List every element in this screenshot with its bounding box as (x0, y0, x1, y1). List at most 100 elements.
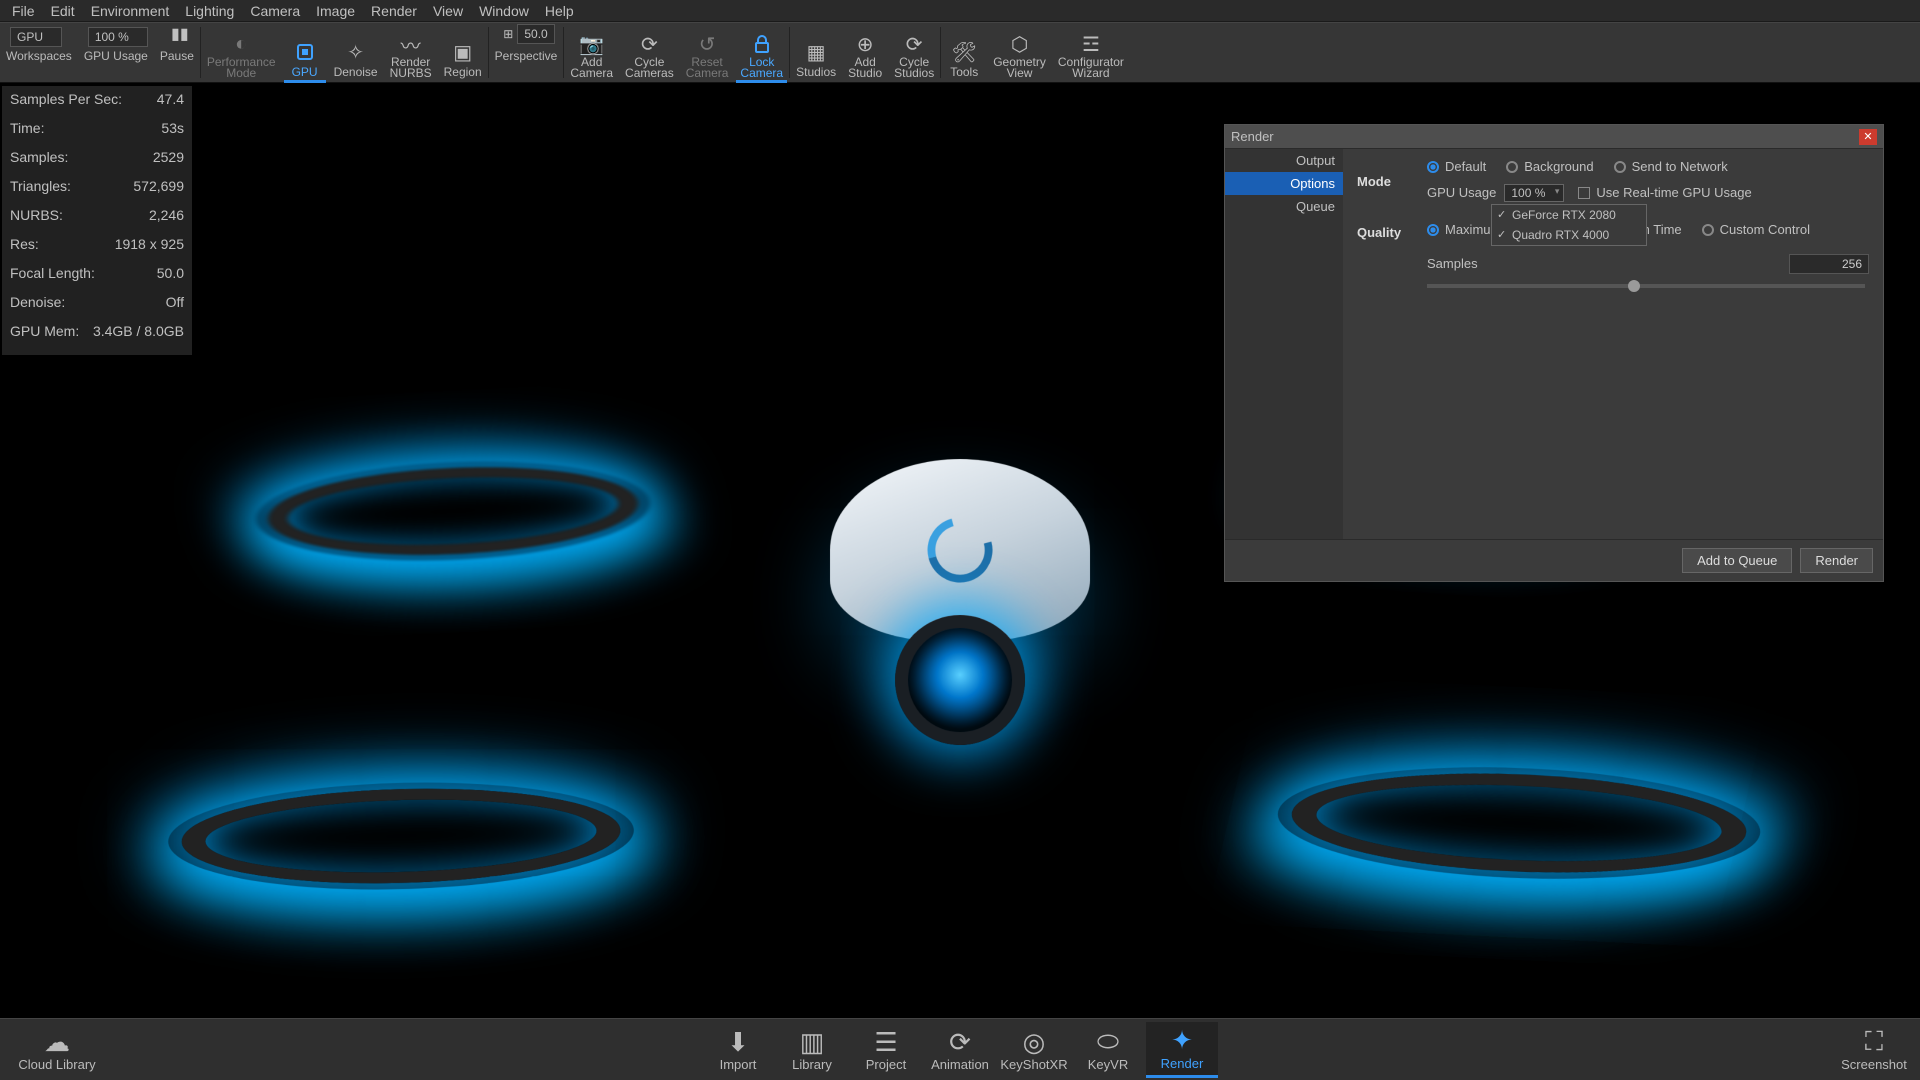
keyvr-button[interactable]: ⬭KeyVR (1072, 1022, 1144, 1078)
mode-radio-default[interactable]: Default (1427, 159, 1486, 174)
menu-edit[interactable]: Edit (43, 1, 83, 21)
render-stats-overlay: Samples Per Sec:47.4 Time:53s Samples:2529… (2, 86, 192, 355)
add-camera-button[interactable]: 📷Add Camera (564, 23, 619, 82)
project-icon: ☰ (874, 1027, 897, 1057)
focal-icon: ⊞ (503, 27, 513, 41)
stat-row: GPU Mem:3.4GB / 8.0GB (10, 322, 184, 341)
reset-icon: ↺ (699, 31, 716, 57)
keyshotxr-icon: ◎ (1023, 1027, 1046, 1057)
studio-plus-icon: ⊕ (857, 31, 874, 57)
menu-image[interactable]: Image (308, 1, 363, 21)
slider-thumb[interactable] (1628, 280, 1640, 292)
camera-plus-icon: 📷 (579, 31, 604, 57)
gpu-usage-select[interactable]: 100 % (1504, 184, 1564, 202)
screenshot-button[interactable]: ⛶ Screenshot (1838, 1022, 1910, 1078)
cycle-icon: ⟳ (906, 31, 923, 57)
menu-bar: FileEditEnvironmentLightingCameraImageRe… (0, 0, 1920, 22)
mode-radio-send-to-network[interactable]: Send to Network (1614, 159, 1728, 174)
stat-row: Samples:2529 (10, 148, 184, 167)
stat-row: Res:1918 x 925 (10, 235, 184, 254)
keyshotxr-button[interactable]: ◎KeyShotXR (998, 1022, 1070, 1078)
crop-icon: ▣ (453, 39, 472, 65)
bottom-dock: ☁ Cloud Library ⬇Import▥Library☰Project⟳… (0, 1018, 1920, 1080)
keyvr-icon: ⬭ (1097, 1027, 1119, 1057)
gpu-option[interactable]: Quadro RTX 4000 (1492, 225, 1646, 245)
performance-mode-button[interactable]: ◐Performance Mode (201, 23, 282, 82)
menu-render[interactable]: Render (363, 1, 425, 21)
workspaces-button[interactable]: Workspaces (0, 45, 78, 66)
render-button[interactable]: Render (1800, 548, 1873, 573)
import-icon: ⬇ (727, 1027, 749, 1057)
render-nurbs-button[interactable]: 〰Render NURBS (384, 23, 438, 82)
gpu-button[interactable]: GPU (282, 23, 328, 82)
gpu-usage-label: GPU Usage (1427, 185, 1496, 200)
library-icon: ▥ (800, 1027, 825, 1057)
cloud-icon: ☁ (44, 1027, 70, 1057)
gpu-option[interactable]: GeForce RTX 2080 (1492, 205, 1646, 225)
dialog-tab-output[interactable]: Output (1225, 149, 1343, 172)
curve-icon: 〰 (401, 31, 421, 57)
close-icon[interactable]: ✕ (1859, 129, 1877, 145)
dialog-tab-queue[interactable]: Queue (1225, 195, 1343, 218)
samples-slider[interactable] (1427, 284, 1865, 288)
stat-row: Triangles:572,699 (10, 177, 184, 196)
animation-button[interactable]: ⟳Animation (924, 1022, 996, 1078)
menu-environment[interactable]: Environment (83, 1, 178, 21)
project-button[interactable]: ☰Project (850, 1022, 922, 1078)
reset-camera-button[interactable]: ↺Reset Camera (680, 23, 735, 82)
pause-icon[interactable]: ▮▮ (171, 24, 189, 44)
gpu-usage-field[interactable]: 100 % (88, 27, 148, 47)
menu-lighting[interactable]: Lighting (177, 1, 242, 21)
mode-label: Mode (1357, 171, 1427, 189)
menu-file[interactable]: File (4, 1, 43, 21)
dialog-main: Mode Default Background Send to Network GP… (1343, 149, 1883, 539)
library-button[interactable]: ▥Library (776, 1022, 848, 1078)
lock-icon (752, 31, 772, 57)
import-button[interactable]: ⬇Import (702, 1022, 774, 1078)
geometry-view-button[interactable]: ⬡Geometry View (987, 23, 1052, 82)
dialog-sidebar: OutputOptionsQueue (1225, 149, 1343, 539)
menu-view[interactable]: View (425, 1, 471, 21)
menu-camera[interactable]: Camera (242, 1, 308, 21)
perspective-button[interactable]: Perspective (489, 45, 564, 66)
pause-button[interactable]: Pause (154, 45, 200, 66)
add-studio-button[interactable]: ⊕Add Studio (842, 23, 888, 82)
realtime-gpu-checkbox[interactable] (1578, 187, 1590, 199)
quality-label: Quality (1357, 222, 1427, 240)
animation-icon: ⟳ (949, 1027, 971, 1057)
gpu-mode-select[interactable]: GPU (10, 27, 62, 47)
render-icon: ✦ (1171, 1026, 1193, 1056)
render-button[interactable]: ✦Render (1146, 1022, 1218, 1078)
menu-help[interactable]: Help (537, 1, 582, 21)
dialog-title: Render (1231, 129, 1859, 144)
wrench-icon: 🛠 (952, 39, 977, 65)
menu-window[interactable]: Window (471, 1, 537, 21)
denoise-button[interactable]: ✧Denoise (328, 23, 384, 82)
render-dialog: Render ✕ OutputOptionsQueue Mode Default… (1224, 124, 1884, 582)
cycle-studios-button[interactable]: ⟳Cycle Studios (888, 23, 940, 82)
gpu-usage-button[interactable]: GPU Usage (78, 45, 154, 66)
cycle-cameras-button[interactable]: ⟳Cycle Cameras (619, 23, 680, 82)
configurator-wizard-button[interactable]: ☲Configurator Wizard (1052, 23, 1130, 82)
stat-row: Samples Per Sec:47.4 (10, 90, 184, 109)
samples-input[interactable] (1789, 254, 1869, 274)
ribbon-toolbar: GPU Workspaces 100 % GPU Usage ▮▮ Pause … (0, 22, 1920, 83)
gauge-icon: ◐ (235, 31, 247, 57)
stat-row: Time:53s (10, 119, 184, 138)
studio-icon: ▦ (807, 39, 826, 65)
focal-length-field[interactable]: 50.0 (517, 24, 554, 44)
quality-radio-custom-control[interactable]: Custom Control (1702, 222, 1810, 237)
tools-button[interactable]: 🛠Tools (941, 23, 987, 82)
dialog-titlebar[interactable]: Render ✕ (1225, 125, 1883, 149)
gpu-device-dropdown[interactable]: GeForce RTX 2080Quadro RTX 4000 (1491, 204, 1647, 246)
mode-radio-background[interactable]: Background (1506, 159, 1593, 174)
add-to-queue-button[interactable]: Add to Queue (1682, 548, 1792, 573)
studios-button[interactable]: ▦Studios (790, 23, 842, 82)
cube-icon: ⬡ (1011, 31, 1028, 57)
dialog-tab-options[interactable]: Options (1225, 172, 1343, 195)
lock-camera-button[interactable]: Lock Camera (734, 23, 789, 82)
stat-row: Focal Length:50.0 (10, 264, 184, 283)
cloud-library-button[interactable]: ☁ Cloud Library (12, 1022, 102, 1078)
region-button[interactable]: ▣Region (438, 23, 488, 82)
sparkle-icon: ✧ (347, 39, 364, 65)
